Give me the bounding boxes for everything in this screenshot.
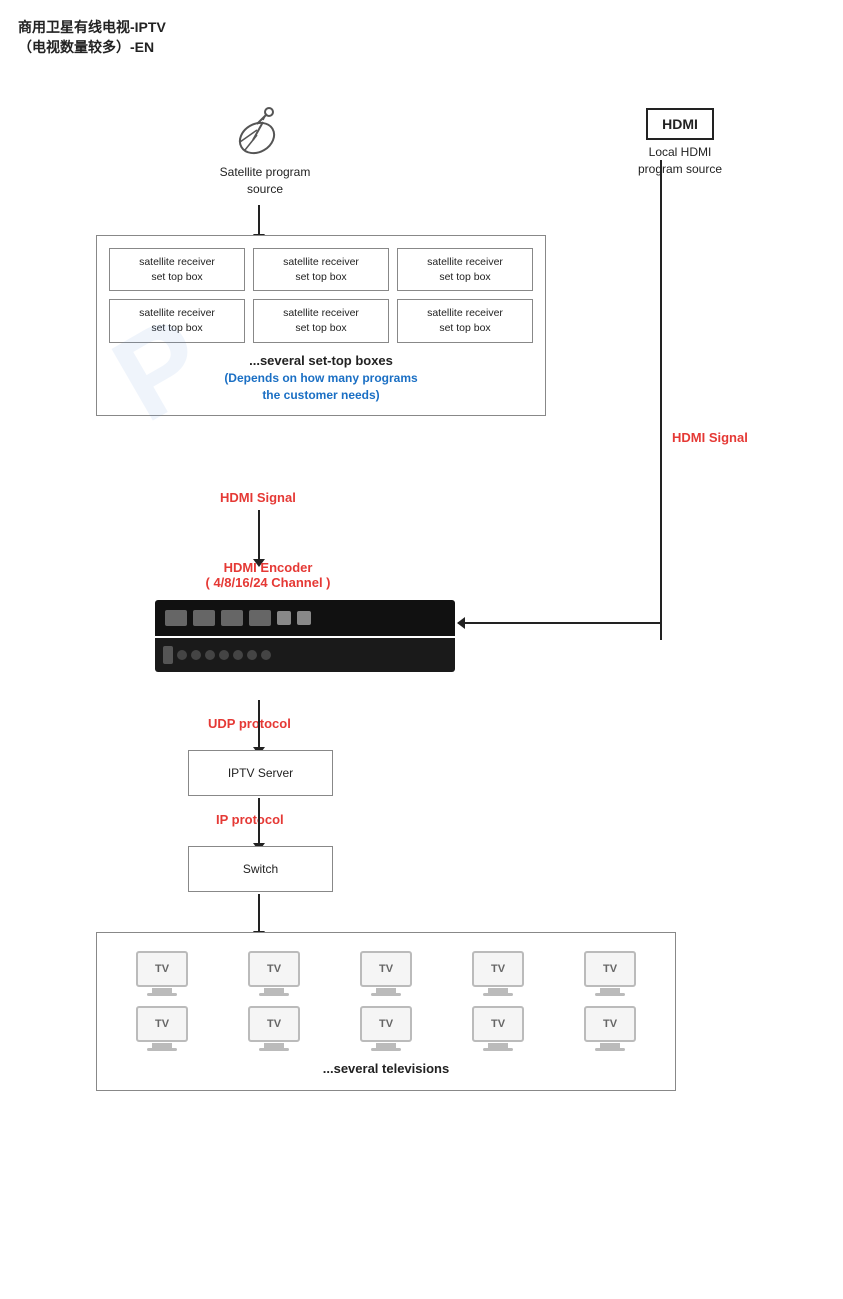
tv-base-5 xyxy=(595,993,625,996)
encoder-port-3 xyxy=(221,610,243,626)
enc-circle-2 xyxy=(191,650,201,660)
stb-container: satellite receiverset top box satellite … xyxy=(96,235,546,416)
tv-1: TV xyxy=(111,951,213,996)
arrow-hdmi-to-encoder xyxy=(458,622,660,624)
enc-circle-5 xyxy=(233,650,243,660)
tv-7: TV xyxy=(223,1006,325,1051)
satellite-label: Satellite program source xyxy=(200,164,330,198)
tv-container: TV TV TV TV TV TV xyxy=(96,932,676,1091)
stb-box-2: satellite receiverset top box xyxy=(253,248,389,291)
stb-sub: (Depends on how many programsthe custome… xyxy=(109,370,533,404)
tv-note: ...several televisions xyxy=(111,1061,661,1076)
enc-circle-4 xyxy=(219,650,229,660)
tv-screen-8: TV xyxy=(360,1006,412,1042)
iptv-server-box: IPTV Server xyxy=(188,750,333,796)
arrow-sat-to-stb xyxy=(258,205,260,235)
tv-screen-9: TV xyxy=(472,1006,524,1042)
stb-box-4: satellite receiverset top box xyxy=(109,299,245,342)
tv-screen-6: TV xyxy=(136,1006,188,1042)
encoder-bottom-rack xyxy=(155,638,455,672)
encoder-port-2 xyxy=(193,610,215,626)
stb-note: ...several set-top boxes xyxy=(109,353,533,368)
satellite-icon xyxy=(235,100,295,160)
enc-circle-6 xyxy=(247,650,257,660)
stb-grid: satellite receiverset top box satellite … xyxy=(109,248,533,343)
udp-label: UDP protocol xyxy=(208,716,291,731)
enc-circle-7 xyxy=(261,650,271,660)
enc-circle-1 xyxy=(177,650,187,660)
tv-screen-10: TV xyxy=(584,1006,636,1042)
tv-3: TV xyxy=(335,951,437,996)
encoder-top-rack xyxy=(155,600,455,636)
tv-base-7 xyxy=(259,1048,289,1051)
encoder-device xyxy=(155,600,455,672)
tv-grid-row2: TV TV TV TV TV xyxy=(111,1006,661,1051)
hdmi-right-vertical-line xyxy=(660,160,662,640)
encoder-port-sm-2 xyxy=(297,611,311,625)
ip-label: IP protocol xyxy=(216,812,284,827)
enc-btn-1 xyxy=(163,646,173,664)
tv-base-9 xyxy=(483,1048,513,1051)
tv-screen-5: TV xyxy=(584,951,636,987)
tv-6: TV xyxy=(111,1006,213,1051)
enc-circle-3 xyxy=(205,650,215,660)
tv-2: TV xyxy=(223,951,325,996)
tv-base-6 xyxy=(147,1048,177,1051)
page-title: 商用卫星有线电视-IPTV （电视数量较多）-EN xyxy=(18,18,166,57)
hdmi-signal-left: HDMI Signal xyxy=(220,490,296,505)
tv-base-3 xyxy=(371,993,401,996)
hdmi-source-label: Local HDMIprogram source xyxy=(620,144,740,178)
tv-grid-row1: TV TV TV TV TV xyxy=(111,951,661,996)
encoder-port-4 xyxy=(249,610,271,626)
arrow-iptv-to-switch xyxy=(258,798,260,844)
stb-box-5: satellite receiverset top box xyxy=(253,299,389,342)
tv-10: TV xyxy=(559,1006,661,1051)
tv-base-8 xyxy=(371,1048,401,1051)
tv-screen-4: TV xyxy=(472,951,524,987)
stb-box-1: satellite receiverset top box xyxy=(109,248,245,291)
tv-4: TV xyxy=(447,951,549,996)
tv-base-1 xyxy=(147,993,177,996)
stb-box-3: satellite receiverset top box xyxy=(397,248,533,291)
tv-base-2 xyxy=(259,993,289,996)
satellite-source: Satellite program source xyxy=(200,100,330,198)
tv-screen-1: TV xyxy=(136,951,188,987)
encoder-port-1 xyxy=(165,610,187,626)
hdmi-box-label: HDMI xyxy=(646,108,714,140)
tv-screen-2: TV xyxy=(248,951,300,987)
tv-base-4 xyxy=(483,993,513,996)
switch-box: Switch xyxy=(188,846,333,892)
tv-5: TV xyxy=(559,951,661,996)
hdmi-source: HDMI Local HDMIprogram source xyxy=(620,108,740,178)
stb-box-6: satellite receiverset top box xyxy=(397,299,533,342)
arrow-encoder-to-iptv xyxy=(258,700,260,748)
encoder-port-sm-1 xyxy=(277,611,291,625)
encoder-label: HDMI Encoder ( 4/8/16/24 Channel ) xyxy=(168,560,368,590)
tv-8: TV xyxy=(335,1006,437,1051)
tv-9: TV xyxy=(447,1006,549,1051)
arrow-switch-to-tv xyxy=(258,894,260,932)
tv-screen-7: TV xyxy=(248,1006,300,1042)
tv-base-10 xyxy=(595,1048,625,1051)
tv-screen-3: TV xyxy=(360,951,412,987)
hdmi-signal-right: HDMI Signal xyxy=(672,430,748,445)
arrow-stb-to-encoder xyxy=(258,510,260,560)
